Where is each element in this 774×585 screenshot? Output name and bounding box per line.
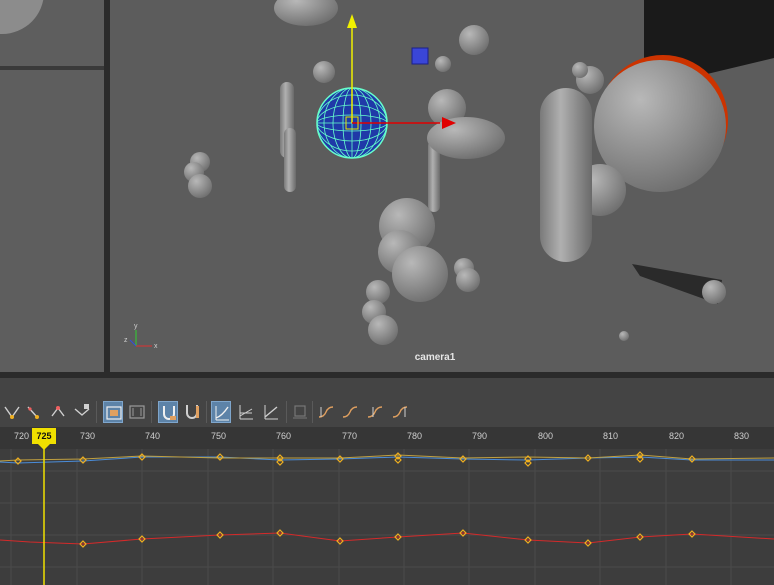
perspective-viewport[interactable]: y x z camera1	[110, 0, 774, 372]
small-sphere	[456, 268, 480, 292]
stepped-tangent-icon[interactable]	[390, 401, 410, 423]
curve-canvas[interactable]	[0, 427, 774, 585]
tiny-sphere	[619, 331, 629, 341]
axis-label-z: z	[124, 337, 128, 344]
small-sphere	[188, 174, 212, 198]
graph-editor-toolbar	[0, 398, 774, 426]
side-sphere	[0, 0, 44, 34]
swap-buffer-icon[interactable]	[340, 401, 360, 423]
move-nearest-key-icon[interactable]	[2, 401, 22, 423]
break-tangents-icon[interactable]	[290, 401, 310, 423]
scene-canvas[interactable]: y x z	[110, 0, 774, 372]
medium-sphere	[392, 246, 448, 302]
side-viewport[interactable]	[0, 0, 104, 372]
frame-playback-range-icon[interactable]	[127, 401, 147, 423]
small-sphere	[366, 280, 390, 304]
plateau-tangent-icon[interactable]	[365, 401, 385, 423]
snap-times-icon[interactable]	[158, 401, 178, 423]
panel-divider	[0, 378, 774, 398]
linear-tangent-icon[interactable]	[261, 401, 281, 423]
toolbar-separator	[151, 401, 152, 423]
axis-label-y: y	[134, 323, 138, 330]
manipulator-y-arrow[interactable]	[347, 14, 357, 28]
small-sphere	[368, 315, 398, 345]
ellipsoid	[274, 0, 338, 26]
capsule	[540, 88, 592, 262]
clamped-tangent-icon[interactable]	[236, 401, 256, 423]
insert-key-icon[interactable]	[25, 401, 45, 423]
lattice-deform-icon[interactable]	[72, 401, 92, 423]
view-axis-indicator: y x z	[124, 323, 158, 350]
snap-values-icon[interactable]	[182, 401, 202, 423]
toolbar-separator	[286, 401, 287, 423]
blue-cube	[411, 47, 429, 65]
viewport-area: y x z camera1	[0, 0, 774, 378]
spline-tangent-icon[interactable]	[211, 401, 231, 423]
toolbar-separator	[312, 401, 313, 423]
frame-all-icon[interactable]	[103, 401, 123, 423]
viewport-divider	[0, 66, 104, 70]
camera-label: camera1	[414, 352, 456, 363]
toolbar-separator	[96, 401, 97, 423]
small-sphere	[459, 25, 489, 55]
toolbar-separator	[206, 401, 207, 423]
small-sphere	[313, 61, 335, 83]
graph-editor[interactable]: 720 730 740 750 760 770 780 790 800 810 …	[0, 427, 774, 585]
axis-label-x: x	[154, 343, 158, 350]
key-markers[interactable]	[14, 451, 696, 548]
small-sphere	[572, 62, 588, 78]
add-key-icon[interactable]	[48, 401, 68, 423]
curve-y[interactable]	[0, 456, 774, 464]
small-sphere	[435, 56, 451, 72]
buffer-curve-icon[interactable]	[316, 401, 336, 423]
cylinder-cap	[702, 280, 726, 304]
current-frame-marker[interactable]: 725	[32, 428, 56, 450]
rod	[284, 128, 296, 192]
